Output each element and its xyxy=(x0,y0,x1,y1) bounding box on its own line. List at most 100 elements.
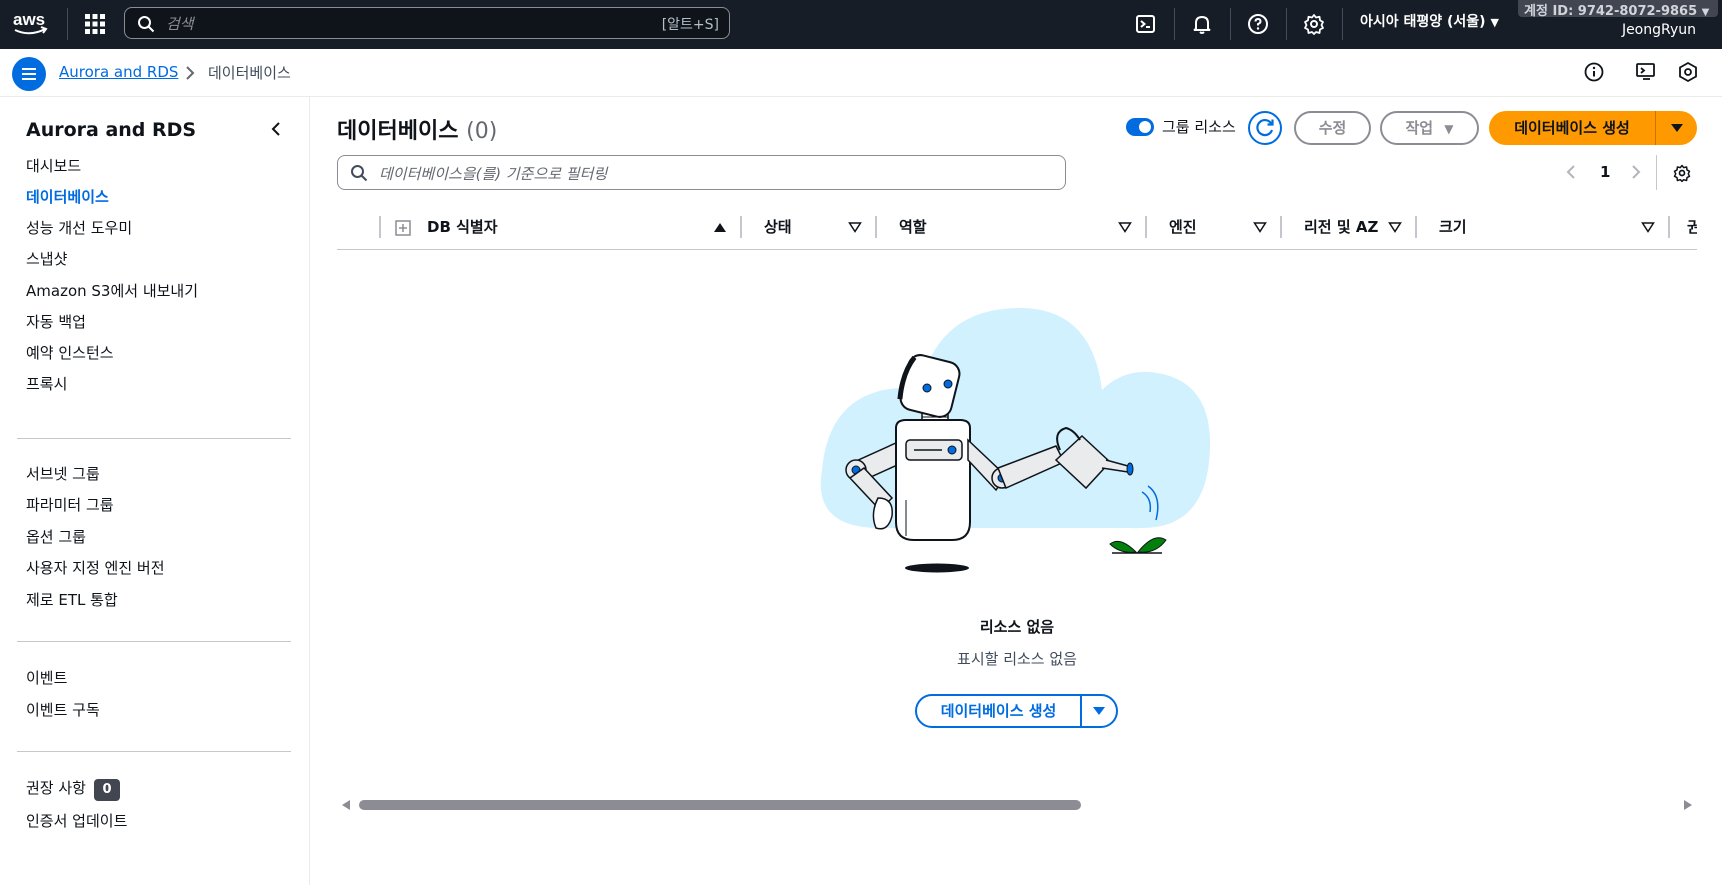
chevron-down-icon: ▼ xyxy=(1701,7,1710,17)
help-icon[interactable] xyxy=(1246,12,1270,36)
side-navigation-toggle[interactable] xyxy=(12,57,46,91)
create-database-label: 데이터베이스 생성 xyxy=(1514,119,1630,137)
filter-placeholder: 데이터베이스을(를) 기준으로 필터링 xyxy=(379,165,608,183)
cloudshell-icon[interactable] xyxy=(1134,12,1158,36)
next-page-icon[interactable] xyxy=(1630,164,1642,180)
sidebar-item-event-subscriptions[interactable]: 이벤트 구독 xyxy=(26,699,100,720)
current-page-number[interactable]: 1 xyxy=(1600,163,1610,181)
sidebar-divider xyxy=(17,641,291,642)
sidebar-item-recommendations[interactable]: 권장 사항 0 xyxy=(26,777,120,801)
previous-page-icon[interactable] xyxy=(1565,164,1577,180)
region-label: 아시아 태평양 (서울) xyxy=(1360,14,1486,30)
breadcrumb-root-link[interactable]: Aurora and RDS xyxy=(59,63,178,81)
empty-state-description: 표시할 리소스 없음 xyxy=(0,648,1722,669)
column-divider[interactable] xyxy=(1145,216,1147,238)
search-icon xyxy=(138,16,155,33)
services-grid-icon[interactable] xyxy=(84,13,106,35)
nav-divider xyxy=(67,8,68,40)
search-shortcut: [알트+S] xyxy=(661,17,719,33)
empty-create-dropdown-icon[interactable] xyxy=(1082,696,1116,726)
sidebar-item-option-groups[interactable]: 옵션 그룹 xyxy=(26,526,86,547)
empty-state-title: 리소스 없음 xyxy=(0,616,1722,637)
sort-icon[interactable] xyxy=(1253,220,1267,234)
resource-count: (0) xyxy=(466,119,498,144)
sort-ascending-icon[interactable] xyxy=(713,220,727,234)
database-filter-input[interactable]: 데이터베이스을(를) 기준으로 필터링 xyxy=(337,155,1066,190)
chevron-down-icon: ▼ xyxy=(1490,16,1499,29)
empty-state-robot-illustration xyxy=(820,308,1211,573)
actions-label: 작업 xyxy=(1405,119,1434,137)
group-resources-toggle[interactable] xyxy=(1126,118,1154,136)
top-navigation: aws 검색 [알트+S] 아시아 태평양 (서울) ▼ 계정 ID: 9742… xyxy=(0,0,1722,49)
sort-icon[interactable] xyxy=(1118,220,1132,234)
column-divider[interactable] xyxy=(1280,216,1282,238)
column-header-engine[interactable]: 엔진 xyxy=(1169,216,1197,237)
sidebar-item-dashboard[interactable]: 대시보드 xyxy=(26,155,81,176)
scrollbar-thumb[interactable] xyxy=(359,800,1081,810)
table-header: DB 식별자 상태 역할 엔진 리전 및 AZ 크기 권 xyxy=(337,210,1697,250)
info-icon[interactable] xyxy=(1583,61,1605,83)
sidebar-item-s3-export[interactable]: Amazon S3에서 내보내기 xyxy=(26,280,198,301)
recommendations-count-badge: 0 xyxy=(93,779,120,801)
modify-button[interactable]: 수정 xyxy=(1294,111,1371,145)
feedback-icon[interactable] xyxy=(1635,61,1657,83)
table-preferences-gear-icon[interactable] xyxy=(1672,163,1692,183)
column-divider[interactable] xyxy=(1668,216,1670,238)
sidebar-item-parameter-groups[interactable]: 파라미터 그룹 xyxy=(26,494,114,515)
sort-icon[interactable] xyxy=(1641,220,1655,234)
sidebar-item-reserved-instances[interactable]: 예약 인스턴스 xyxy=(26,342,114,363)
account-id[interactable]: 계정 ID: 9742-8072-9865 ▼ xyxy=(1518,0,1718,17)
sidebar-item-custom-engine-versions[interactable]: 사용자 지정 엔진 버전 xyxy=(26,557,165,578)
user-menu[interactable]: JeongRyun xyxy=(1622,22,1696,38)
column-header-recommendations[interactable]: 권 xyxy=(1687,216,1697,237)
empty-state-description-text: 표시할 리소스 없음 xyxy=(957,650,1077,668)
column-divider[interactable] xyxy=(740,216,742,238)
column-header-status[interactable]: 상태 xyxy=(764,216,792,237)
caret-down-icon: ▼ xyxy=(1444,122,1454,136)
column-divider[interactable] xyxy=(875,216,877,238)
chevron-right-icon xyxy=(186,66,195,80)
side-navigation-title[interactable]: Aurora and RDS xyxy=(26,119,196,141)
sidebar-item-subnet-groups[interactable]: 서브넷 그룹 xyxy=(26,463,100,484)
scroll-left-icon[interactable] xyxy=(341,799,351,811)
sidebar-item-databases[interactable]: 데이터베이스 xyxy=(26,186,109,207)
close-sidebar-icon[interactable] xyxy=(268,121,284,137)
create-database-button[interactable]: 데이터베이스 생성 xyxy=(1489,111,1697,145)
scroll-right-icon[interactable] xyxy=(1683,799,1693,811)
column-divider xyxy=(379,216,381,238)
sidebar-divider xyxy=(17,751,291,752)
sidebar-item-proxies[interactable]: 프록시 xyxy=(26,373,67,394)
breadcrumb-bar: Aurora and RDS 데이터베이스 xyxy=(0,49,1722,97)
bell-icon[interactable] xyxy=(1190,12,1214,36)
expand-all-icon[interactable] xyxy=(395,220,411,236)
empty-state-title-text: 리소스 없음 xyxy=(979,618,1055,636)
actions-button[interactable]: 작업 ▼ xyxy=(1380,111,1479,145)
refresh-button[interactable] xyxy=(1248,111,1282,145)
column-header-role[interactable]: 역할 xyxy=(899,216,927,237)
sidebar-item-events[interactable]: 이벤트 xyxy=(26,667,67,688)
sidebar-item-performance-insights[interactable]: 성능 개선 도우미 xyxy=(26,217,132,238)
sort-icon[interactable] xyxy=(1388,220,1402,234)
column-header-db-identifier[interactable]: DB 식별자 xyxy=(427,216,498,237)
aws-logo[interactable]: aws xyxy=(12,8,52,38)
nav-divider xyxy=(1286,8,1287,40)
gear-icon[interactable] xyxy=(1302,12,1326,36)
region-selector[interactable]: 아시아 태평양 (서울) ▼ xyxy=(1360,11,1499,31)
side-navigation: Aurora and RDS 대시보드 데이터베이스 성능 개선 도우미 스냅샷… xyxy=(0,97,310,885)
breadcrumb-current: 데이터베이스 xyxy=(208,64,291,82)
sidebar-item-zero-etl[interactable]: 제로 ETL 통합 xyxy=(26,589,118,610)
empty-create-database-label: 데이터베이스 생성 xyxy=(940,702,1057,720)
global-search-input[interactable]: 검색 [알트+S] xyxy=(124,7,730,39)
empty-create-database-button[interactable]: 데이터베이스 생성 xyxy=(915,694,1118,728)
table-horizontal-scrollbar[interactable] xyxy=(337,795,1697,815)
settings-hex-icon[interactable] xyxy=(1677,61,1699,83)
sidebar-item-snapshots[interactable]: 스냅샷 xyxy=(26,248,67,269)
column-divider[interactable] xyxy=(1415,216,1417,238)
create-database-dropdown-icon[interactable] xyxy=(1657,111,1697,145)
sidebar-item-automated-backups[interactable]: 자동 백업 xyxy=(26,311,86,332)
column-header-size[interactable]: 크기 xyxy=(1439,216,1467,237)
search-icon xyxy=(351,165,368,182)
sidebar-item-certificate-update[interactable]: 인증서 업데이트 xyxy=(26,810,127,831)
column-header-region-az[interactable]: 리전 및 AZ xyxy=(1304,216,1378,237)
sort-icon[interactable] xyxy=(848,220,862,234)
